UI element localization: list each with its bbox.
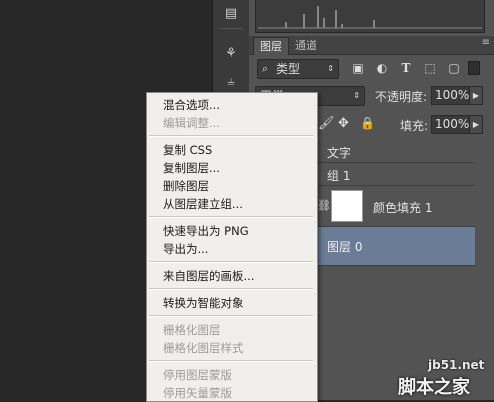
pixel-filter-icon[interactable]: ▣: [350, 60, 366, 76]
link-icon[interactable]: ⛓: [317, 199, 331, 212]
fill-input[interactable]: 100%: [431, 115, 470, 134]
layer-row-group[interactable]: 组 1: [317, 163, 475, 186]
layer-name: 图层 0: [327, 240, 363, 254]
opacity-dropdown-icon[interactable]: ▶: [469, 86, 483, 105]
menu-item-quick-export-png[interactable]: 快速导出为 PNG: [163, 224, 249, 238]
panel-tab-bar: 图层 通道 ≡: [249, 36, 494, 55]
filter-value: 类型: [276, 62, 301, 76]
menu-item-rasterize-layer-style: 栅格化图层样式: [163, 341, 244, 355]
dock-separator: [219, 28, 243, 29]
panel-menu-icon[interactable]: ≡: [482, 37, 490, 48]
opacity-input[interactable]: 100%: [431, 86, 470, 105]
adjustment-filter-icon[interactable]: ◐: [374, 60, 390, 76]
lock-brush-icon[interactable]: 🖌: [318, 116, 335, 131]
tab-layers[interactable]: 图层: [253, 37, 289, 55]
brush-presets-icon[interactable]: ⚘: [221, 44, 241, 62]
adjust-sliders-icon[interactable]: ⫨: [221, 72, 241, 90]
lock-position-icon[interactable]: ✥: [338, 116, 349, 131]
layer-context-menu: 混合选项... 编辑调整... 复制 CSS 复制图层... 删除图层 从图层建…: [146, 92, 318, 402]
stepper-arrows-icon: ⇕: [353, 91, 360, 100]
menu-item-blending-options[interactable]: 混合选项...: [163, 98, 220, 112]
shape-filter-icon[interactable]: ⬚: [422, 60, 438, 76]
menu-item-delete-layer[interactable]: 删除图层: [163, 179, 209, 193]
stepper-arrows-icon: ⇕: [327, 64, 334, 73]
menu-item-edit-adjustment: 编辑调整...: [163, 116, 220, 130]
menu-item-disable-layer-mask: 停用图层蒙版: [163, 368, 232, 382]
fill-thumbnail: [331, 190, 363, 222]
histogram-graph: [258, 6, 482, 29]
menu-item-convert-smart-object[interactable]: 转换为智能对象: [163, 296, 244, 310]
layer-name: 组 1: [327, 169, 351, 183]
menu-item-rasterize-layer: 栅格化图层: [163, 323, 221, 337]
smart-object-filter-icon[interactable]: ▢: [446, 60, 462, 76]
layer-name: 文字: [327, 146, 352, 160]
fill-dropdown-icon[interactable]: ▶: [469, 115, 483, 134]
menu-item-group-from-layers[interactable]: 从图层建立组...: [163, 197, 243, 211]
menu-separator: [149, 216, 313, 218]
layer-row-layer0[interactable]: 图层 0: [317, 227, 475, 266]
search-icon: ⌕: [262, 62, 269, 75]
menu-separator: [149, 261, 313, 263]
layer-row-color-fill[interactable]: ⛓ 颜色填充 1: [317, 186, 475, 227]
menu-item-export-as[interactable]: 导出为...: [163, 242, 208, 256]
tab-channels[interactable]: 通道: [289, 37, 323, 54]
fill-label: 填充:: [400, 119, 429, 133]
opacity-label: 不透明度:: [375, 90, 428, 104]
menu-item-duplicate-layer[interactable]: 复制图层...: [163, 161, 220, 175]
menu-item-copy-css[interactable]: 复制 CSS: [163, 143, 212, 157]
histogram-icon[interactable]: ▤: [221, 4, 241, 22]
type-filter-icon[interactable]: T: [398, 60, 414, 76]
menu-item-artboard-from-layers[interactable]: 来自图层的画板...: [163, 269, 254, 283]
histogram-display: [255, 0, 485, 33]
menu-separator: [149, 315, 313, 317]
watermark-url: jb51.net: [428, 358, 485, 372]
layer-name: 颜色填充 1: [373, 201, 433, 215]
filter-toggle[interactable]: [468, 61, 480, 75]
layer-filter-select[interactable]: ⌕ 类型 ⇕: [257, 59, 339, 79]
menu-item-disable-vector-mask: 停用矢量蒙版: [163, 386, 232, 400]
watermark-site-name: 脚本之家: [398, 377, 470, 398]
menu-separator: [149, 288, 313, 290]
lock-all-icon[interactable]: 🔒: [360, 116, 375, 130]
layer-row-text[interactable]: 文字: [317, 140, 475, 163]
menu-separator: [149, 135, 313, 137]
menu-separator: [149, 360, 313, 362]
